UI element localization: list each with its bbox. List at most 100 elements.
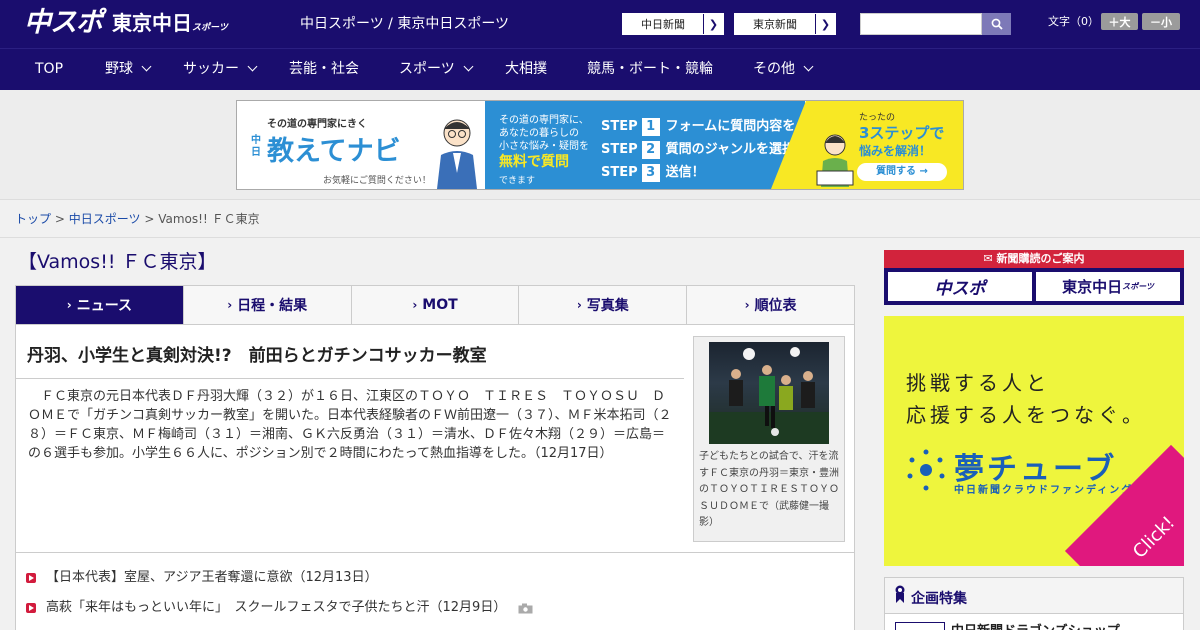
ribbon-icon [895, 585, 905, 603]
yume-tube-subtitle: 中日新聞クラウドファンディング [954, 485, 1134, 496]
nav-item-baseball[interactable]: 野球 [105, 49, 152, 90]
chevron-right-icon: › [412, 298, 418, 312]
breadcrumb-section-link[interactable]: 中日スポーツ [69, 212, 141, 226]
section-tabs: › ニュース › 日程・結果 › MOT › 写真集 › 順位表 [15, 285, 855, 325]
tab-label: 順位表 [754, 298, 797, 314]
subscription-header: ✉ 新聞購読のご案内 [884, 250, 1184, 268]
tokyo-shimbun-link[interactable]: 東京新聞 ❯ [734, 13, 836, 35]
ad-step3-text: 送信！ [665, 165, 705, 180]
soccer-players-image [709, 347, 829, 444]
tokyo-shimbun-label: 東京新聞 [753, 18, 797, 31]
ad-left-panel: その道の専門家にきく 中日 教えてナビ お気軽にご質問ください！ [237, 101, 485, 189]
yume-ad-line2: 応援する人をつなぐ。 [906, 403, 1146, 427]
ad-brand-prefix: 中日 [251, 135, 261, 158]
chevron-right-icon: ❯ [815, 14, 835, 34]
headline-divider [16, 378, 684, 379]
ad-step-word: STEP [601, 119, 638, 134]
subscription-header-label: 新聞購読のご案内 [996, 252, 1085, 265]
related-news-item[interactable]: 高萩「来年はもっといい年に」 スクールフェスタで子供たちと汗（12月9日） [26, 599, 533, 617]
feature-item-link[interactable]: 中日新聞ドラゴンズショップ [951, 620, 1120, 630]
tab-standings[interactable]: › 順位表 [687, 286, 854, 324]
tab-mot[interactable]: › MOT [352, 286, 520, 324]
ad-step-number: 1 [641, 118, 660, 136]
nav-item-sumo[interactable]: 大相撲 [505, 49, 547, 90]
ad-step-number: 3 [641, 164, 660, 182]
banner-area: その道の専門家にきく 中日 教えてナビ お気軽にご質問ください！ その道の専門家… [0, 90, 1200, 200]
main-nav: TOP 野球 サッカー 芸能・社会 スポーツ 大相撲 競馬・ボート・競輪 その他 [0, 48, 1200, 90]
nav-item-label: その他 [753, 61, 795, 77]
subscribe-chuspo-button[interactable]: 中スポ [888, 272, 1032, 301]
ad-step1: STEP 1 フォームに質問内容を入力 [601, 115, 821, 136]
search-button[interactable] [982, 13, 1011, 35]
ad-brand: 教えてナビ [267, 136, 401, 167]
nav-item-label: サッカー [183, 61, 239, 77]
subscribe-tokyo-chunichi-sub: スポーツ [1122, 282, 1154, 291]
subscribe-tokyo-chunichi-button[interactable]: 東京中日 スポーツ [1036, 272, 1180, 301]
nav-item-label: 芸能・社会 [289, 61, 359, 77]
ad-step2: STEP 2 質問のジャンルを選択 [601, 138, 795, 159]
ad-free-suffix: できます [499, 176, 536, 186]
tab-label: ニュース [76, 298, 133, 314]
search-input[interactable] [860, 13, 982, 35]
text-size-label: 文字（0） [1048, 15, 1099, 28]
ad-middle-panel: その道の専門家に、 あなたの暮らしの 小さな悩み・疑問を 無料で質問 できます … [485, 101, 821, 189]
tab-schedule[interactable]: › 日程・結果 [184, 286, 352, 324]
logo-chuspo[interactable]: 中スポ [24, 6, 103, 40]
ad-tagline: その道の専門家にきく [267, 119, 367, 130]
ad-note: お気軽にご質問ください！ [323, 176, 431, 186]
logo-tokyo-sub: スポーツ [192, 23, 228, 33]
laptop-person-icon [816, 134, 854, 187]
chevron-right-icon: › [66, 298, 72, 312]
article-photo[interactable] [709, 342, 829, 444]
feature-header: 企画特集 [885, 578, 1183, 614]
feature-thumbnail[interactable] [895, 622, 945, 630]
ad-intro-3: 小さな悩み・疑問を [499, 141, 589, 152]
breadcrumb-separator: > [144, 212, 155, 226]
tab-label: 写真集 [586, 298, 629, 314]
breadcrumb-top-link[interactable]: トップ [15, 212, 51, 226]
breadcrumb: トップ > 中日スポーツ > Vamos!! ＦＣ東京 [15, 211, 260, 227]
chunichi-shimbun-link[interactable]: 中日新聞 ❯ [622, 13, 724, 35]
nav-item-sports[interactable]: スポーツ [399, 49, 474, 90]
text-size-small-button[interactable]: －小 [1142, 13, 1180, 30]
nav-item-label: 大相撲 [505, 61, 547, 77]
tab-news[interactable]: › ニュース [16, 286, 184, 324]
chevron-down-icon [247, 61, 258, 72]
tab-photos[interactable]: › 写真集 [519, 286, 688, 324]
yume-ad-line1: 挑戦する人と [906, 371, 1050, 395]
bullet-arrow-icon [26, 603, 36, 613]
related-news-title: 高萩「来年はもっといい年に」 スクールフェスタで子供たちと汗（12月9日） [46, 600, 507, 615]
ad-step-number: 2 [641, 141, 660, 159]
nav-item-other[interactable]: その他 [753, 49, 814, 90]
nav-item-entertainment[interactable]: 芸能・社会 [289, 49, 359, 90]
site-header: 中スポ 東京中日スポーツ 中日スポーツ / 東京中日スポーツ 中日新聞 ❯ 東京… [0, 0, 1200, 48]
nav-item-label: 競馬・ボート・競輪 [587, 61, 713, 77]
related-news-list: 【日本代表】室屋、アジア王者奪還に意欲（12月13日） 高萩「来年はもっといい年… [15, 552, 855, 630]
tab-label: MOT [422, 297, 458, 313]
ad-step2-text: 質問のジャンルを選択 [665, 142, 795, 157]
article-photo-box: 子どもたちとの試合で、汗を流すＦＣ東京の丹羽＝東京・豊洲のＴＯＹＯＴＩＲＥＳＴＯ… [693, 336, 845, 542]
subscribe-tokyo-chunichi-label: 東京中日 [1062, 278, 1123, 296]
tab-label: 日程・結果 [237, 298, 308, 314]
ad-step-word: STEP [601, 142, 638, 157]
ad-cta-button[interactable]: 質問する → [857, 163, 947, 181]
oshiete-navi-ad[interactable]: その道の専門家にきく 中日 教えてナビ お気軽にご質問ください！ その道の専門家… [236, 100, 964, 190]
related-news-item[interactable]: 【日本代表】室屋、アジア王者奪還に意欲（12月13日） [26, 569, 378, 587]
ad-free-label: 無料で質問 [499, 154, 569, 170]
nav-item-label: 野球 [105, 61, 133, 77]
nav-item-soccer[interactable]: サッカー [183, 49, 258, 90]
page-title: 【Vamos!! ＦＣ東京】 [18, 251, 217, 273]
chevron-right-icon: ❯ [703, 14, 723, 34]
yume-tube-ad[interactable]: 挑戦する人と 応援する人をつなぐ。 夢チューブ 中日新聞クラウドファンディング … [884, 316, 1184, 566]
nav-item-keiba[interactable]: 競馬・ボート・競輪 [587, 49, 713, 90]
chevron-down-icon [463, 61, 474, 72]
logo-tokyo-chunichi[interactable]: 東京中日スポーツ [112, 10, 228, 41]
text-size-large-button[interactable]: ＋大 [1101, 13, 1138, 30]
feature-section: 企画特集 中日新聞ドラゴンズショップ [884, 577, 1184, 630]
feature-title: 企画特集 [911, 591, 967, 607]
logo-tokyo-text: 東京中日 [112, 11, 192, 35]
breadcrumb-separator: > [54, 212, 65, 226]
nav-item-top[interactable]: TOP [35, 49, 63, 90]
search-icon [991, 18, 1003, 30]
ad-cta-label: 質問する [876, 166, 917, 177]
